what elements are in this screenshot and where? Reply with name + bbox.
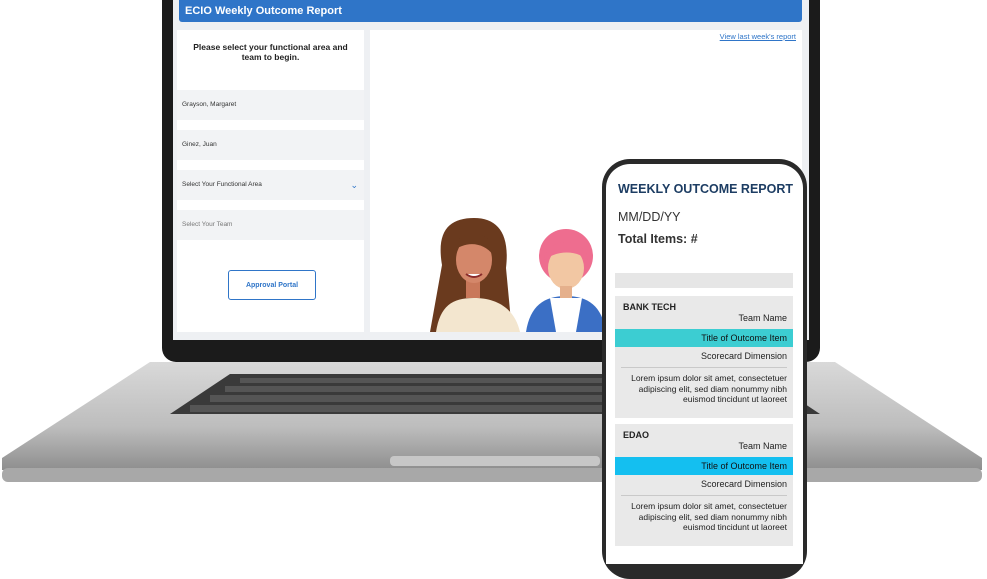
- instruction-text: Please select your functional area and t…: [193, 42, 348, 62]
- functional-area-placeholder: Select Your Functional Area: [182, 181, 262, 188]
- phone-screen: WEEKLY OUTCOME REPORT MM/DD/YY Total Ite…: [606, 164, 803, 564]
- divider-bar: [615, 273, 793, 288]
- card-divider: [621, 495, 787, 496]
- card-outcome-title: Title of Outcome Item: [615, 329, 793, 347]
- card-description: Lorem ipsum dolor sit amet, consectetuer…: [631, 373, 787, 404]
- person-field-1[interactable]: Grayson, Margaret: [177, 90, 364, 120]
- card-team-name: Team Name: [738, 441, 787, 451]
- card-divider: [621, 367, 787, 368]
- card-scorecard-dimension: Scorecard Dimension: [700, 479, 787, 489]
- card-outcome-title: Title of Outcome Item: [615, 457, 793, 475]
- outcome-card[interactable]: BANK TECH Team Name Title of Outcome Ite…: [615, 296, 793, 418]
- app-header-title: ECIO Weekly Outcome Report: [179, 0, 802, 22]
- team-select[interactable]: Select Your Team: [177, 210, 364, 240]
- outcome-card[interactable]: EDAO Team Name Title of Outcome Item Sco…: [615, 424, 793, 546]
- person-field-2[interactable]: Ginez, Juan: [177, 130, 364, 160]
- card-description: Lorem ipsum dolor sit amet, consectetuer…: [631, 501, 787, 532]
- card-scorecard-dimension: Scorecard Dimension: [700, 351, 787, 361]
- total-items: Total Items: #: [618, 232, 698, 246]
- card-area-name: EDAO: [623, 430, 650, 440]
- approval-portal-button[interactable]: Approval Portal: [228, 270, 316, 300]
- selection-panel: Please select your functional area and t…: [177, 30, 364, 332]
- laptop-base: [2, 362, 982, 482]
- card-team-name: Team Name: [738, 313, 787, 323]
- chevron-down-icon[interactable]: ⌄: [350, 170, 358, 200]
- mobile-report-title: WEEKLY OUTCOME REPORT: [618, 182, 794, 196]
- card-area-name: BANK TECH: [623, 302, 676, 312]
- functional-area-select[interactable]: Select Your Functional Area ⌄: [177, 170, 364, 200]
- report-date: MM/DD/YY: [618, 210, 681, 224]
